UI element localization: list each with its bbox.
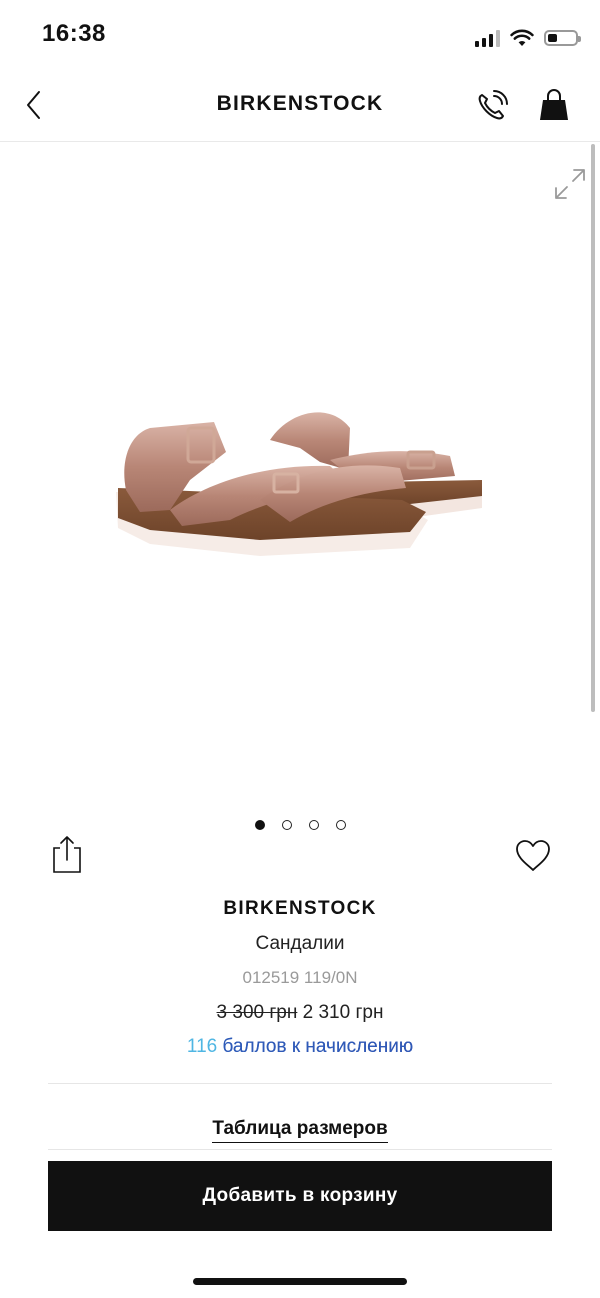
add-to-cart-button[interactable]: Добавить в корзину <box>48 1161 552 1231</box>
size-divider <box>48 1149 552 1150</box>
home-indicator <box>193 1278 407 1285</box>
phone-call-icon[interactable] <box>474 88 510 124</box>
status-time: 16:38 <box>42 20 106 47</box>
points-value: 116 <box>186 1036 218 1057</box>
product-name: Сандалии <box>255 933 345 954</box>
pagination-dot-3[interactable] <box>308 820 319 830</box>
price-old: 3 300 грн <box>216 1002 298 1023</box>
cellular-signal-icon <box>475 29 500 47</box>
size-table-link[interactable]: Таблица размеров <box>212 1118 388 1143</box>
product-price: 3 300 грн 2 310 грн <box>0 1002 600 1024</box>
battery-icon <box>544 30 581 46</box>
gallery-scrollbar[interactable] <box>591 144 595 712</box>
share-icon[interactable] <box>50 834 84 874</box>
product-image[interactable] <box>110 400 490 570</box>
pagination-dot-4[interactable] <box>335 820 346 830</box>
product-sku: 012519 119/0N <box>242 968 358 987</box>
pagination-dot-1[interactable] <box>254 820 265 830</box>
shopping-bag-icon[interactable] <box>536 86 572 122</box>
heart-icon[interactable] <box>514 838 552 874</box>
wifi-icon <box>510 29 534 46</box>
status-icons <box>475 24 581 52</box>
gallery-pagination <box>0 820 600 830</box>
loyalty-points: 116 баллов к начислению <box>0 1036 600 1058</box>
navbar-title: BIRKENSTOCK <box>216 92 384 115</box>
size-table-row: Таблица размеров <box>0 1118 600 1143</box>
expand-icon[interactable] <box>552 166 588 202</box>
info-divider <box>48 1083 552 1084</box>
points-text: баллов к начислению <box>222 1036 414 1057</box>
price-new: 2 310 грн <box>302 1002 384 1023</box>
pagination-dot-2[interactable] <box>281 820 292 830</box>
product-brand: BIRKENSTOCK <box>223 898 377 919</box>
